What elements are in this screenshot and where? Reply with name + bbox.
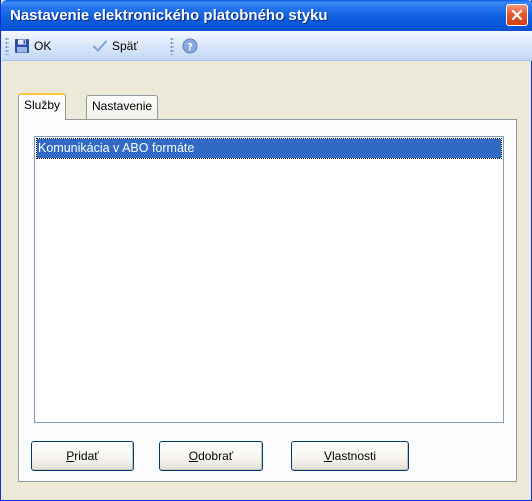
services-listbox[interactable]: Komunikácia v ABO formáte bbox=[34, 136, 504, 423]
back-label: Späť bbox=[112, 39, 138, 53]
remove-button[interactable]: Odobrať bbox=[159, 441, 263, 471]
dialog-window: Nastavenie elektronického platobného sty… bbox=[0, 0, 532, 501]
close-icon bbox=[511, 9, 523, 21]
close-button[interactable] bbox=[506, 4, 528, 26]
svg-text:?: ? bbox=[187, 42, 193, 53]
ok-button[interactable]: OK bbox=[12, 35, 53, 57]
help-button[interactable]: ? bbox=[180, 35, 200, 57]
toolbar: OK Späť ? bbox=[2, 31, 532, 61]
properties-button[interactable]: Vlastnosti bbox=[291, 441, 409, 471]
title-bar[interactable]: Nastavenie elektronického platobného sty… bbox=[1, 0, 532, 31]
tab-sluzby[interactable]: Služby bbox=[18, 93, 67, 120]
properties-button-mnemonic: V bbox=[323, 449, 332, 463]
add-button-label: ridať bbox=[74, 449, 99, 463]
remove-button-label: dobrať bbox=[198, 449, 234, 463]
check-icon bbox=[93, 40, 107, 52]
toolbar-separator-grip bbox=[170, 37, 174, 55]
window-title: Nastavenie elektronického platobného sty… bbox=[10, 7, 328, 24]
add-button[interactable]: Pridať bbox=[31, 441, 134, 471]
add-button-mnemonic: P bbox=[66, 449, 75, 463]
toolbar-grip[interactable] bbox=[5, 37, 9, 55]
remove-button-mnemonic: O bbox=[188, 449, 199, 463]
properties-button-label: lastnosti bbox=[331, 449, 377, 463]
back-button[interactable]: Späť bbox=[90, 35, 140, 57]
save-icon bbox=[15, 39, 29, 53]
ok-label: OK bbox=[34, 39, 52, 53]
tab-panel: Komunikácia v ABO formáte Pridať Odobrať… bbox=[18, 119, 517, 482]
tab-nastavenie[interactable]: Nastavenie bbox=[86, 95, 159, 120]
list-item[interactable]: Komunikácia v ABO formáte bbox=[36, 138, 502, 159]
help-icon: ? bbox=[182, 38, 198, 54]
